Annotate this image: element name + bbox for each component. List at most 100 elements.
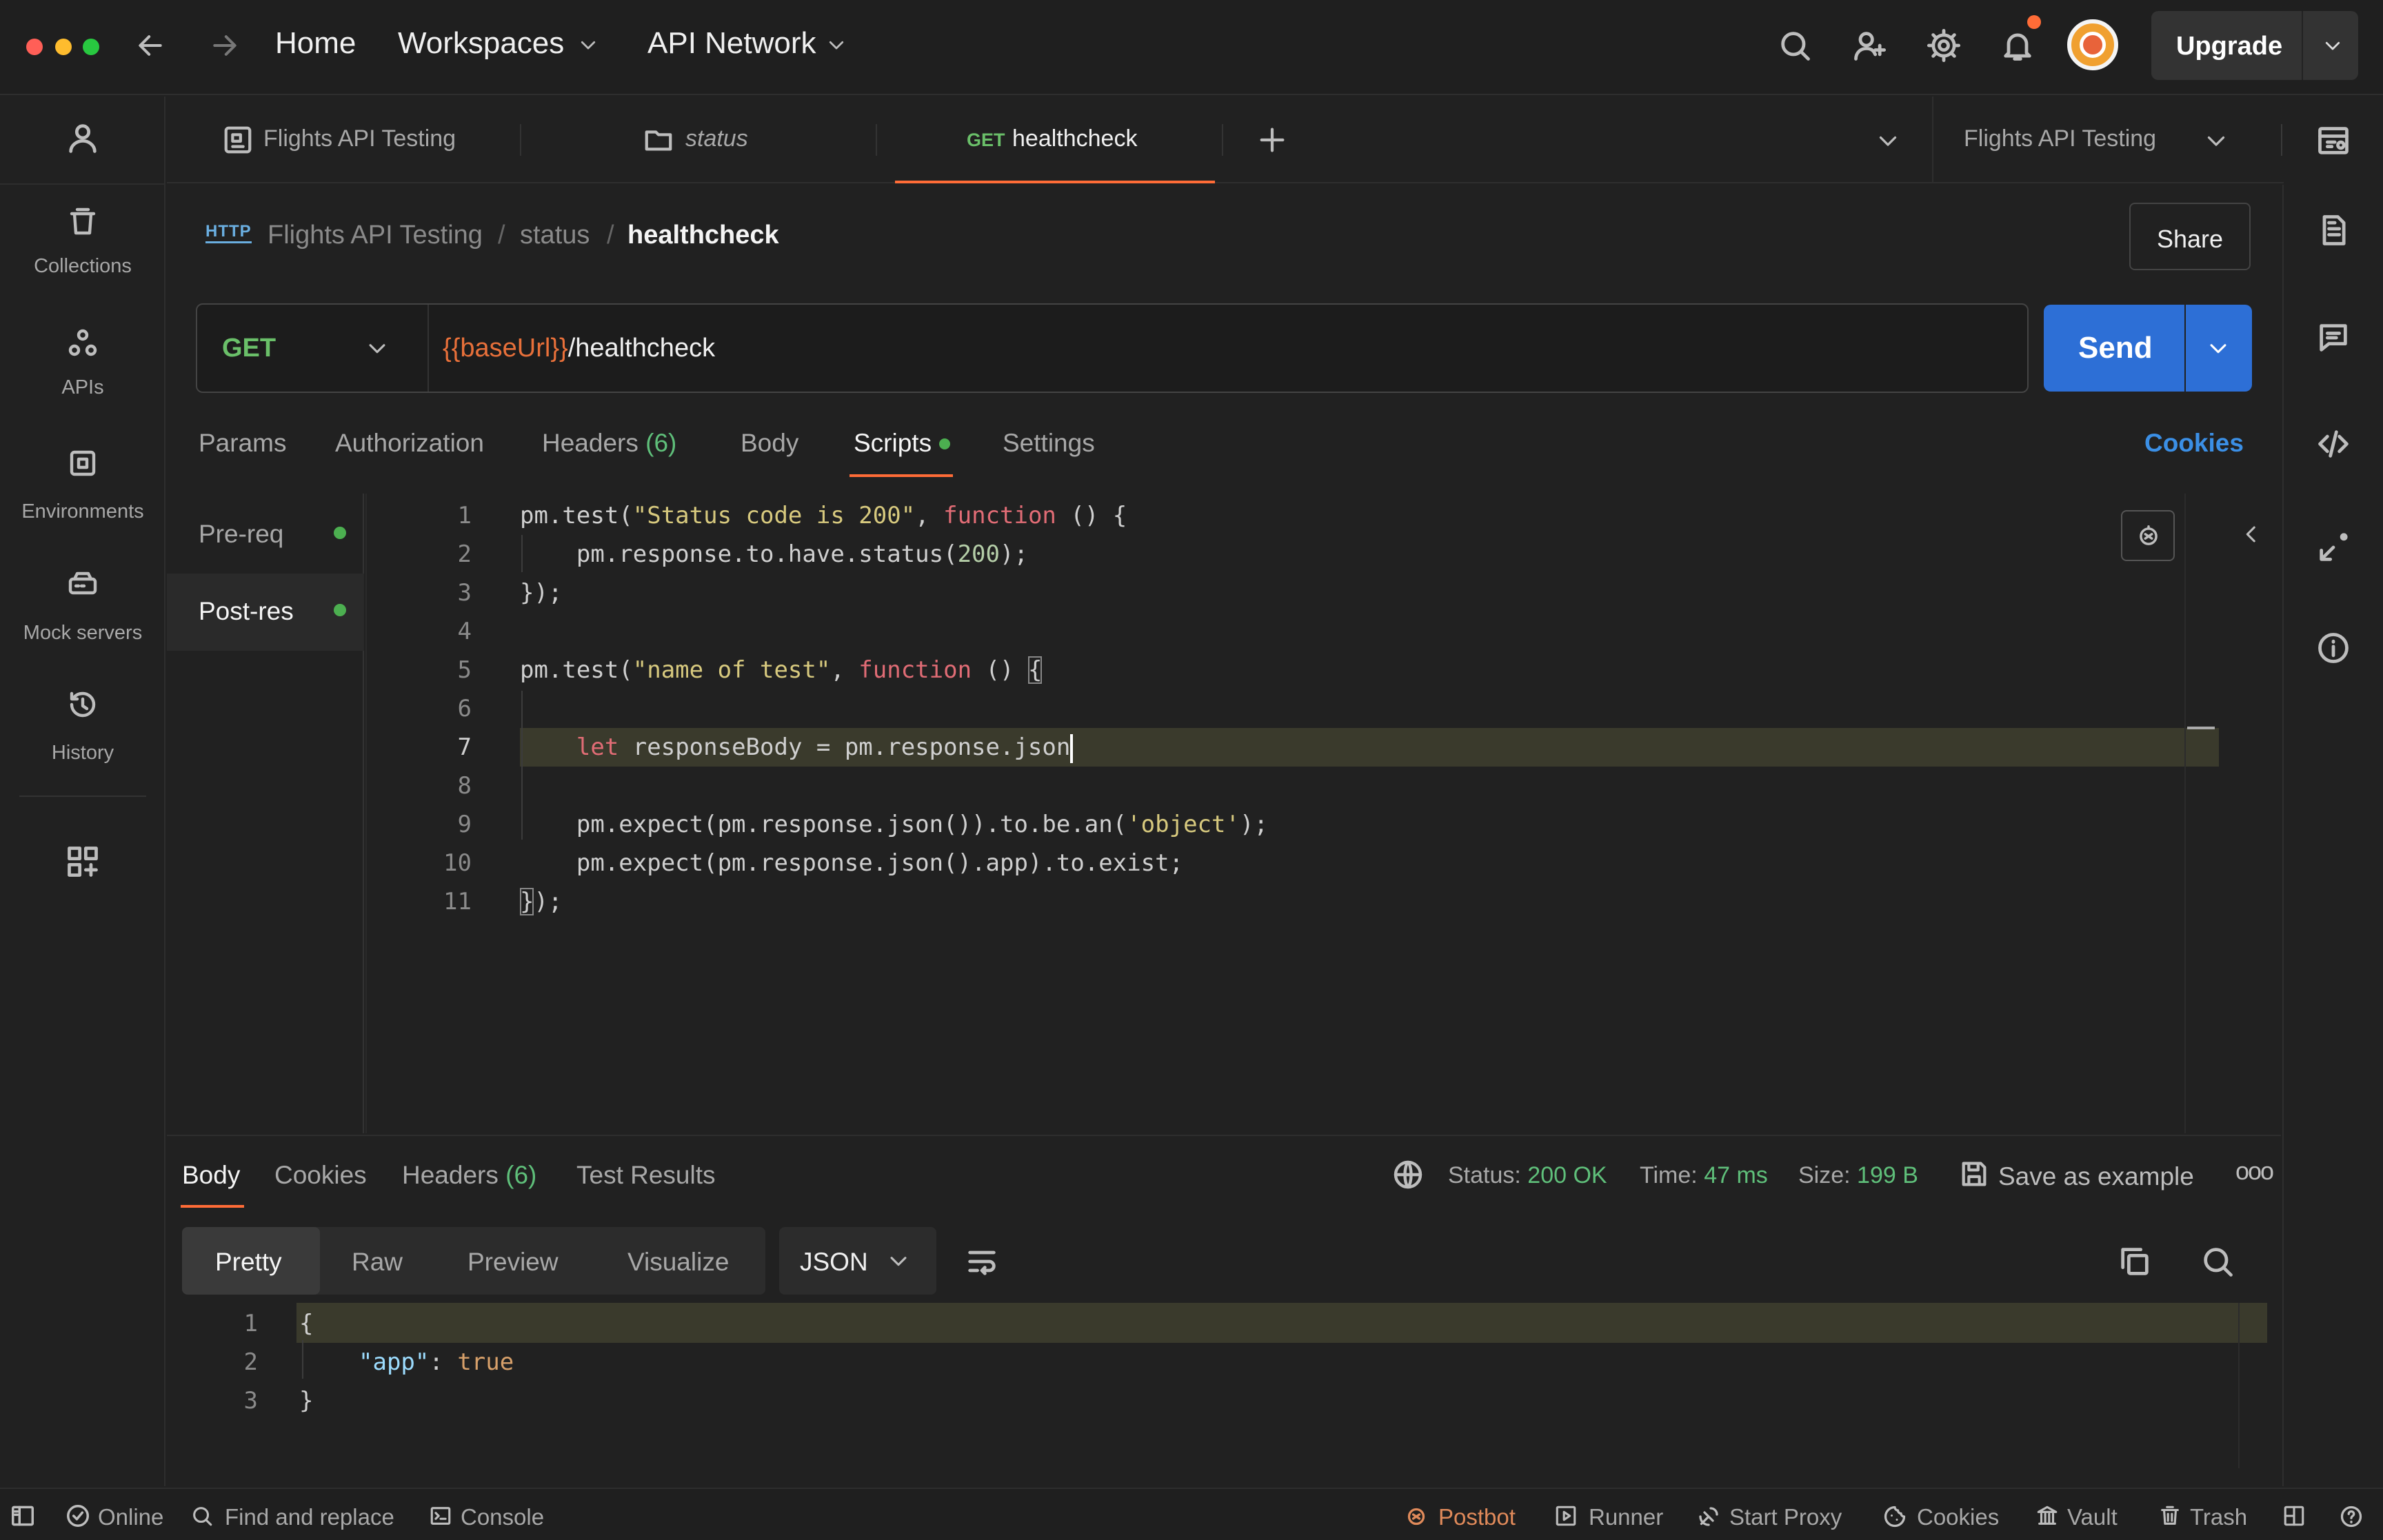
proxy-satellite-icon [1696, 1504, 1721, 1529]
sidebar-item-history[interactable]: History [0, 682, 165, 786]
find-and-replace-button[interactable]: Find and replace [190, 1499, 411, 1533]
runner-label: Runner [1589, 1504, 1664, 1530]
response-tab-cookies[interactable]: Cookies [274, 1161, 367, 1190]
send-button[interactable]: Send [2044, 305, 2184, 392]
tab-scripts[interactable]: Scripts [849, 414, 953, 477]
view-visualize[interactable]: Visualize [627, 1248, 729, 1277]
response-status[interactable]: Status: 200 OK [1448, 1162, 1607, 1189]
online-status[interactable]: Online [63, 1499, 174, 1533]
console-terminal-icon [429, 1504, 452, 1528]
more-options-icon[interactable]: ooo [2235, 1157, 2274, 1186]
send-options-button[interactable] [2186, 305, 2252, 392]
method-select[interactable]: GET [197, 305, 429, 392]
status-bar: Online Find and replace Console Postbot … [0, 1488, 2383, 1540]
wrap-lines-icon[interactable] [964, 1244, 1000, 1279]
workspace-user-icon[interactable] [65, 120, 101, 156]
tab-settings[interactable]: Settings [1003, 429, 1095, 458]
search-icon[interactable] [1777, 28, 1813, 63]
new-tab-plus-icon[interactable] [1256, 124, 1288, 156]
response-time[interactable]: Time: 47 ms [1640, 1162, 1768, 1189]
share-button[interactable]: Share [2129, 203, 2251, 270]
breadcrumb-folder[interactable]: status [520, 221, 590, 250]
info-icon[interactable] [2315, 630, 2351, 666]
pre-req-script-tab[interactable]: Pre-req [167, 494, 364, 571]
tab-authorization[interactable]: Authorization [335, 429, 484, 458]
sidebar-item-collections[interactable]: Collections [0, 200, 165, 303]
help-icon[interactable] [2339, 1504, 2364, 1529]
cookies-button[interactable]: Cookies [1882, 1499, 2020, 1533]
top-bar: Home Workspaces API Network Upgrade [0, 0, 2383, 95]
toggle-sidebar-icon[interactable] [10, 1503, 36, 1529]
avatar[interactable] [2067, 19, 2118, 70]
breadcrumb-collection[interactable]: Flights API Testing [268, 221, 483, 250]
format-select[interactable]: JSON [779, 1227, 936, 1295]
code-editor[interactable]: 1 2 3 4 5 6 7 8 9 10 11 pm.test("Status … [365, 494, 2219, 1133]
save-as-example-button[interactable]: Save as example [1955, 1154, 2231, 1195]
console-button[interactable]: Console [428, 1499, 565, 1533]
response-tab-body[interactable]: Body [181, 1147, 244, 1208]
upgrade-button[interactable]: Upgrade [2151, 11, 2358, 80]
nav-api-network[interactable]: API Network [647, 26, 816, 61]
tabs-overflow-chevron-icon[interactable] [1876, 128, 1900, 153]
trash-icon [2158, 1504, 2182, 1528]
runner-play-icon [1554, 1504, 1578, 1528]
vault-button[interactable]: Vault [2035, 1499, 2146, 1533]
globe-network-icon[interactable] [1391, 1158, 1425, 1191]
copy-icon[interactable] [2117, 1244, 2153, 1279]
cookies-label: Cookies [1917, 1504, 2000, 1530]
tab-status[interactable]: status [532, 97, 870, 182]
add-apps-grid-icon[interactable] [65, 844, 101, 880]
settings-gear-icon[interactable] [1926, 28, 1962, 63]
view-raw[interactable]: Raw [352, 1248, 403, 1277]
post-res-script-tab[interactable]: Post-res [167, 574, 364, 651]
headers-count-badge: (6) [645, 429, 677, 457]
trash-button[interactable]: Trash [2158, 1499, 2269, 1533]
tab-headers[interactable]: Headers (6) [542, 429, 676, 458]
related-collections-icon[interactable] [2315, 529, 2351, 565]
tab-params[interactable]: Params [199, 429, 286, 458]
sidebar-item-mock-servers[interactable]: Mock servers [0, 563, 165, 666]
two-pane-layout-icon[interactable] [2282, 1504, 2306, 1528]
notification-bell-icon[interactable] [2000, 28, 2035, 63]
invite-user-icon[interactable] [1851, 28, 1887, 63]
sidebar-item-environments[interactable]: Environments [0, 441, 165, 545]
window-zoom-button[interactable] [83, 39, 99, 55]
response-body-line: { [299, 1310, 314, 1337]
code-snippet-icon[interactable] [2315, 426, 2351, 462]
nav-workspaces[interactable]: Workspaces [398, 26, 564, 61]
runner-button[interactable]: Runner [1554, 1499, 1678, 1533]
view-pretty[interactable]: Pretty [182, 1227, 320, 1295]
response-tab-headers[interactable]: Headers (6) [402, 1161, 536, 1190]
back-arrow-icon[interactable] [135, 30, 165, 61]
nav-home[interactable]: Home [275, 26, 356, 61]
environment-selector[interactable]: Flights API Testing [1933, 97, 2258, 182]
view-preview[interactable]: Preview [467, 1248, 559, 1277]
tab-healthcheck[interactable]: GET healthcheck [895, 97, 1215, 183]
response-size[interactable]: Size: 199 B [1798, 1162, 1918, 1189]
tab-scripts-label: Scripts [854, 429, 932, 457]
tab-body[interactable]: Body [741, 429, 798, 458]
url-input[interactable]: {{baseUrl}}/healthcheck [432, 305, 2024, 392]
sidebar-item-apis[interactable]: APIs [0, 321, 165, 425]
window-close-button[interactable] [26, 39, 43, 55]
chevron-down-icon[interactable] [826, 34, 847, 55]
postbot-snippet-button[interactable] [2121, 510, 2175, 561]
chevron-down-icon[interactable] [578, 34, 599, 55]
chevron-down-icon[interactable] [2322, 35, 2343, 56]
console-label: Console [461, 1504, 545, 1530]
collapse-snippets-chevron-icon[interactable] [2240, 523, 2263, 546]
documentation-icon[interactable] [2315, 212, 2351, 248]
forward-arrow-icon[interactable] [210, 30, 240, 61]
window-minimize-button[interactable] [55, 39, 72, 55]
cookies-link[interactable]: Cookies [2144, 429, 2244, 458]
left-sidebar: Collections APIs Environments Mock serve… [0, 97, 165, 1486]
tab-flights-api-testing[interactable]: Flights API Testing [188, 97, 519, 182]
start-proxy-button[interactable]: Start Proxy [1696, 1499, 1862, 1533]
environment-quick-look-icon[interactable] [2315, 123, 2351, 159]
pre-req-label: Pre-req [199, 520, 284, 548]
search-response-icon[interactable] [2200, 1244, 2235, 1279]
comments-icon[interactable] [2315, 320, 2351, 356]
pre-req-active-dot [334, 527, 346, 539]
response-tab-test-results[interactable]: Test Results [576, 1161, 716, 1190]
postbot-button[interactable]: Postbot [1404, 1499, 1542, 1533]
